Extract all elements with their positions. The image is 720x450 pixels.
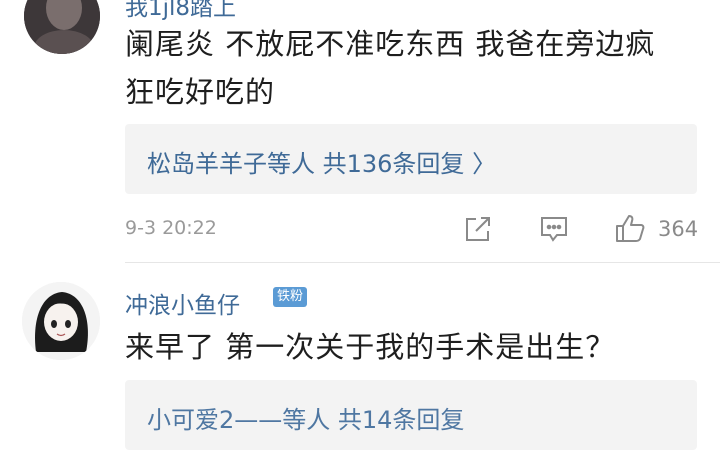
thumbs-up-icon[interactable]	[614, 212, 646, 244]
comment-username[interactable]: 冲浪小鱼仔	[125, 286, 240, 320]
reply-summary-link[interactable]: 小可爱2——等人 共14条回复	[147, 400, 464, 435]
comment-timestamp: 9-3 20:22	[125, 217, 217, 239]
reply-summary-link[interactable]: 松岛羊羊子等人 共136条回复 〉	[147, 144, 496, 179]
comment-username[interactable]: 我1jl8踏上	[125, 0, 236, 22]
like-count: 364	[658, 217, 699, 241]
comment-text-line: 来早了 第一次关于我的手术是出生？	[125, 330, 616, 364]
share-icon[interactable]	[463, 214, 493, 244]
divider	[125, 262, 720, 263]
comment-text-line: 狂吃好吃的	[125, 75, 276, 109]
avatar[interactable]	[24, 0, 100, 54]
fan-badge: 铁粉	[273, 287, 308, 307]
comment-text-line: 阑尾炎 不放屁不准吃东西 我爸在旁边疯	[125, 27, 656, 61]
comment-icon[interactable]	[539, 214, 569, 244]
reply-summary-box[interactable]: 松岛羊羊子等人 共136条回复 〉	[125, 124, 697, 194]
avatar[interactable]	[22, 282, 100, 360]
reply-summary-box[interactable]: 小可爱2——等人 共14条回复	[125, 380, 697, 450]
